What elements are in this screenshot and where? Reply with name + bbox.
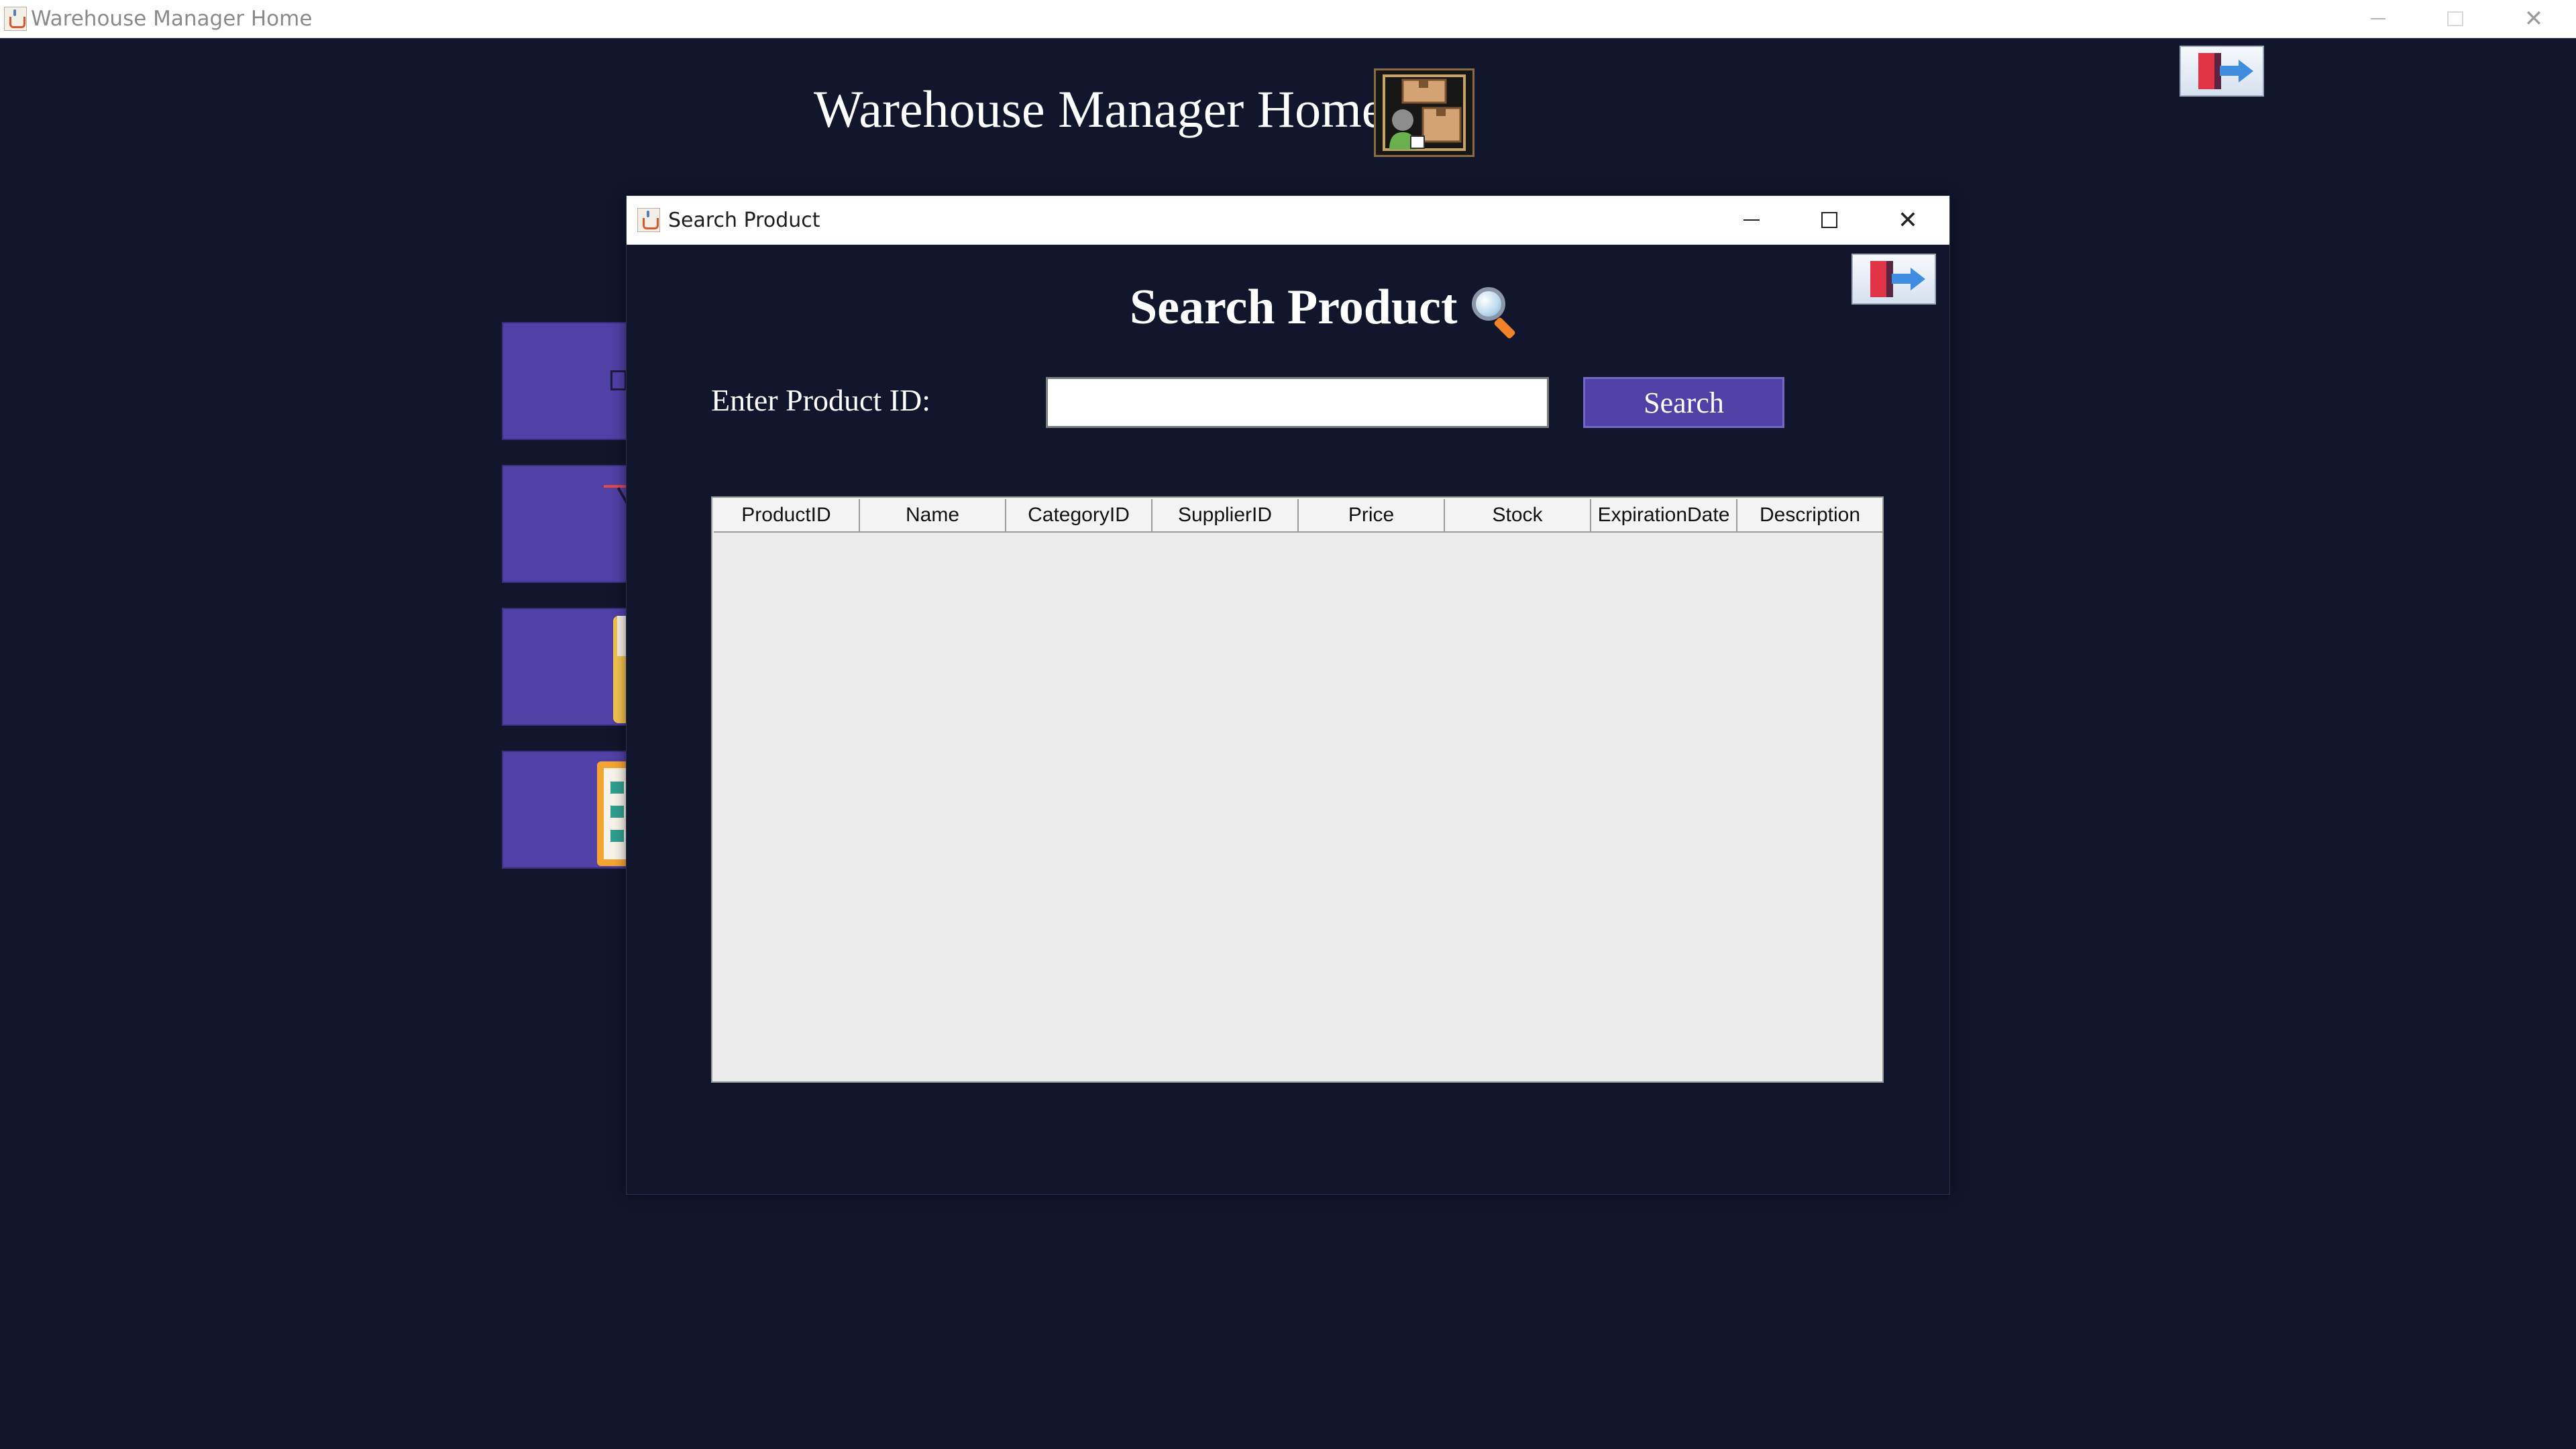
dialog-titlebar[interactable]: Search Product ✕ xyxy=(627,196,1949,245)
side-menu-bottle-button[interactable] xyxy=(502,608,629,726)
dialog-close-button[interactable]: ✕ xyxy=(1871,196,1945,244)
main-window-titlebar: Warehouse Manager Home ✕ xyxy=(0,0,2576,38)
magnifier-icon xyxy=(1472,287,1523,341)
close-icon: ✕ xyxy=(2524,5,2544,32)
dialog-exit-button[interactable] xyxy=(1851,254,1936,305)
column-header-description[interactable]: Description xyxy=(1737,499,1884,533)
column-header-expirationdate[interactable]: ExpirationDate xyxy=(1591,499,1737,533)
exit-arrow-icon xyxy=(1892,274,1912,284)
minimize-icon xyxy=(2371,18,2385,19)
minimize-icon xyxy=(1743,219,1760,221)
search-product-heading: Search Product xyxy=(1130,280,1458,335)
column-header-stock[interactable]: Stock xyxy=(1445,499,1591,533)
java-app-icon xyxy=(637,208,660,232)
side-menu-cart-button[interactable] xyxy=(502,465,629,583)
column-header-productid[interactable]: ProductID xyxy=(714,499,860,533)
main-minimize-button[interactable] xyxy=(2341,0,2415,38)
cart-icon xyxy=(604,485,627,488)
main-exit-button[interactable] xyxy=(2180,46,2264,97)
dialog-title: Search Product xyxy=(668,209,820,232)
home-heading: Warehouse Manager Home xyxy=(814,80,1385,138)
warehouse-manager-icon xyxy=(1374,68,1474,157)
column-header-name[interactable]: Name xyxy=(860,499,1006,533)
product-icon xyxy=(610,370,627,390)
column-header-supplierid[interactable]: SupplierID xyxy=(1152,499,1299,533)
exit-door-icon xyxy=(1870,261,1893,297)
exit-door-icon xyxy=(2198,53,2221,89)
main-window-title: Warehouse Manager Home xyxy=(31,7,313,31)
main-close-button[interactable]: ✕ xyxy=(2497,0,2571,38)
maximize-icon xyxy=(1821,212,1837,228)
warehouse-manager-icon-graphic xyxy=(1383,74,1466,151)
table-body[interactable] xyxy=(714,534,1882,1080)
search-product-dialog: Search Product ✕ Search Product Enter Pr… xyxy=(626,195,1950,1195)
column-header-price[interactable]: Price xyxy=(1299,499,1445,533)
table-header: ProductID Name CategoryID SupplierID Pri… xyxy=(714,499,1884,533)
product-table[interactable]: ProductID Name CategoryID SupplierID Pri… xyxy=(711,496,1884,1083)
java-app-icon xyxy=(4,7,27,31)
side-menu-checklist-button[interactable] xyxy=(502,751,629,869)
dialog-maximize-button[interactable] xyxy=(1792,196,1866,244)
product-id-label: Enter Product ID: xyxy=(711,383,931,417)
exit-arrow-icon xyxy=(2220,66,2240,76)
main-maximize-button[interactable] xyxy=(2418,0,2492,38)
dialog-minimize-button[interactable] xyxy=(1715,196,1788,244)
product-id-input[interactable] xyxy=(1046,377,1549,428)
side-menu-product-button[interactable] xyxy=(502,322,629,440)
column-header-categoryid[interactable]: CategoryID xyxy=(1006,499,1152,533)
maximize-icon xyxy=(2447,11,2463,26)
search-button[interactable]: Search xyxy=(1583,377,1784,428)
close-icon: ✕ xyxy=(1897,206,1919,234)
